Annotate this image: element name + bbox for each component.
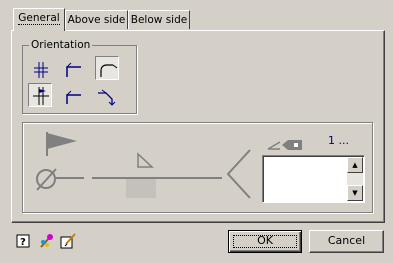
scroll-up-button[interactable]: ▲ xyxy=(347,157,363,173)
cancel-button-label: Cancel xyxy=(327,234,366,247)
focus-rectangle xyxy=(233,235,297,248)
leader-corner-left-alt-icon xyxy=(66,90,81,104)
tab-general[interactable]: General xyxy=(13,8,65,31)
below-symbol-placeholder xyxy=(126,179,156,198)
leader-curve-icon xyxy=(100,64,118,77)
preview-text-list[interactable]: ▲ ▼ xyxy=(262,155,365,203)
scroll-down-button[interactable]: ▼ xyxy=(347,185,363,201)
vertical-crossed-weld-icon xyxy=(34,62,48,78)
orientation-option-6[interactable] xyxy=(95,85,119,109)
tab-below-side-label: Below side xyxy=(130,14,188,26)
svg-text:?: ? xyxy=(20,237,26,248)
tab-general-label: General xyxy=(18,12,60,25)
tab-above-side[interactable]: Above side xyxy=(65,10,128,29)
orientation-option-2[interactable] xyxy=(62,58,86,82)
orientation-option-4[interactable] xyxy=(28,83,52,107)
tab-above-side-label: Above side xyxy=(67,14,126,26)
orientation-option-3[interactable] xyxy=(95,56,119,80)
circle-cross-icon xyxy=(36,168,84,191)
tail-icon xyxy=(226,149,251,199)
orientation-option-1[interactable] xyxy=(29,58,53,82)
preview-counter-text: 1 ... xyxy=(328,134,349,147)
tab-below-side[interactable]: Below side xyxy=(128,10,190,29)
ok-button[interactable]: OK xyxy=(228,230,302,253)
help-icon[interactable]: ? xyxy=(16,233,32,249)
orientation-label: Orientation xyxy=(29,39,93,51)
orientation-option-5[interactable] xyxy=(62,85,86,109)
leader-tail-arrow-icon xyxy=(98,89,116,106)
cancel-button[interactable]: Cancel xyxy=(309,230,384,253)
tag-icon xyxy=(267,140,302,150)
leader-corner-left-icon xyxy=(66,62,81,77)
edit-icon[interactable] xyxy=(60,233,76,249)
vertical-crossed-weld-flag-icon xyxy=(33,87,49,105)
triangle-icon xyxy=(137,152,154,168)
scrollbar[interactable]: ▲ ▼ xyxy=(347,157,363,201)
paint-icon[interactable] xyxy=(38,233,54,249)
flag-icon xyxy=(46,132,77,156)
